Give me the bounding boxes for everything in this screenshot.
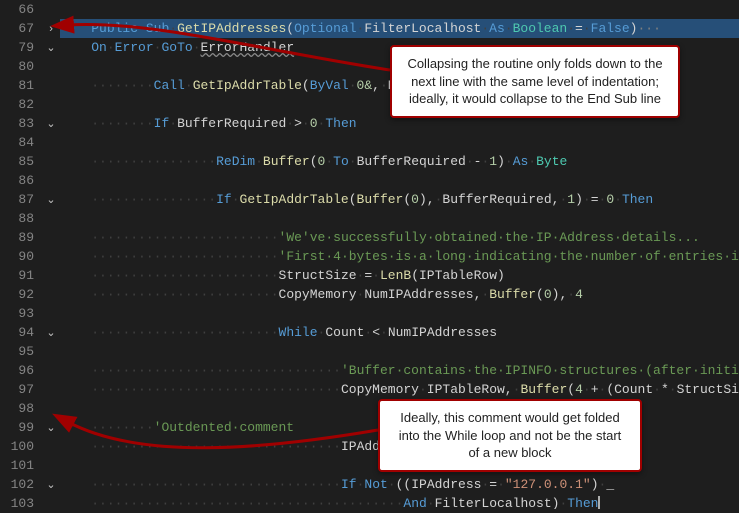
line-number: 67 — [0, 19, 34, 38]
line-number: 86 — [0, 171, 34, 190]
line-number: 95 — [0, 342, 34, 361]
line-number: 98 — [0, 399, 34, 418]
code-line[interactable]: ········································… — [60, 494, 739, 509]
code-line[interactable]: ································If·Not·(… — [60, 475, 739, 494]
line-number-gutter: 6667798081828384858687888990919293949596… — [0, 0, 42, 509]
line-number: 100 — [0, 437, 34, 456]
line-number: 96 — [0, 361, 34, 380]
code-line[interactable]: ························While·Count·<·Nu… — [60, 323, 739, 342]
code-line[interactable] — [60, 133, 739, 152]
line-number: 80 — [0, 57, 34, 76]
callout-top: Collapsing the routine only folds down t… — [390, 45, 680, 118]
line-number: 84 — [0, 133, 34, 152]
line-number: 90 — [0, 247, 34, 266]
line-number: 79 — [0, 38, 34, 57]
code-line[interactable]: ································'Buffer·… — [60, 361, 739, 380]
line-number: 99 — [0, 418, 34, 437]
line-number: 101 — [0, 456, 34, 475]
code-line[interactable] — [60, 304, 739, 323]
code-line[interactable]: ························CopyMemory·NumIP… — [60, 285, 739, 304]
text-cursor — [598, 496, 600, 509]
line-number: 85 — [0, 152, 34, 171]
line-number: 102 — [0, 475, 34, 494]
code-line[interactable] — [60, 209, 739, 228]
line-number: 91 — [0, 266, 34, 285]
callout-bottom-text: Ideally, this comment would get folded i… — [399, 410, 622, 460]
callout-top-text: Collapsing the routine only folds down t… — [407, 56, 662, 106]
line-number: 82 — [0, 95, 34, 114]
line-number: 89 — [0, 228, 34, 247]
line-number: 87 — [0, 190, 34, 209]
callout-bottom: Ideally, this comment would get folded i… — [378, 399, 642, 472]
code-line[interactable] — [60, 342, 739, 361]
fold-column[interactable]: ›⌄⌄⌄⌄⌄⌄ — [42, 0, 60, 509]
code-line[interactable]: ························StructSize·=·Len… — [60, 266, 739, 285]
line-number: 97 — [0, 380, 34, 399]
code-line[interactable]: ················If·GetIpAddrTable(Buffer… — [60, 190, 739, 209]
line-number: 93 — [0, 304, 34, 323]
code-line[interactable] — [60, 171, 739, 190]
line-number: 66 — [0, 0, 34, 19]
code-line[interactable]: ················ReDim·Buffer(0·To·Buffer… — [60, 152, 739, 171]
code-line[interactable]: ································CopyMemo… — [60, 380, 739, 399]
line-number: 88 — [0, 209, 34, 228]
line-number: 94 — [0, 323, 34, 342]
code-line[interactable]: ························'We've·successfu… — [60, 228, 739, 247]
line-number: 92 — [0, 285, 34, 304]
code-line[interactable] — [60, 0, 739, 19]
code-line[interactable]: ························'First·4·bytes·i… — [60, 247, 739, 266]
code-line[interactable]: Public·Sub·GetIPAddresses(Optional·Filte… — [60, 19, 739, 38]
line-number: 103 — [0, 494, 34, 513]
line-number: 83 — [0, 114, 34, 133]
line-number: 81 — [0, 76, 34, 95]
